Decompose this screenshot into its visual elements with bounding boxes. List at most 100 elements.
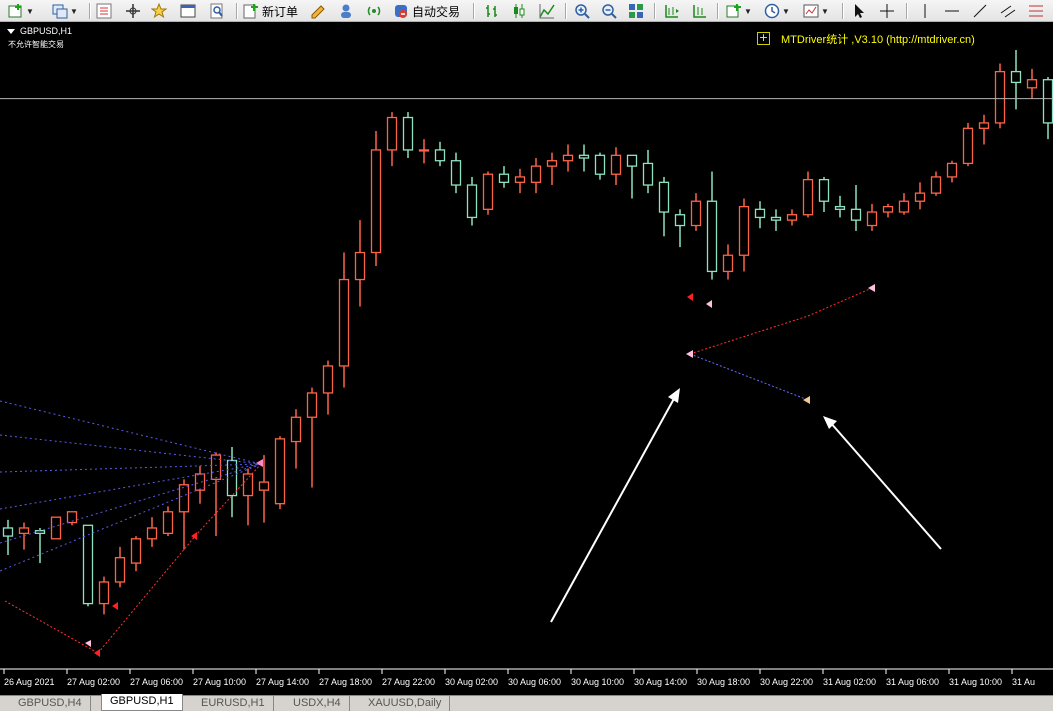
periods-button[interactable]: ▼ [764,1,790,21]
candle-body [658,181,670,213]
buy-marker-icon[interactable] [687,293,693,301]
tab-xauusd-daily[interactable]: XAUUSD,Daily [360,696,451,711]
candle [50,516,62,540]
chevron-down-icon[interactable]: ▼ [26,7,34,16]
line-chart-icon [539,4,555,19]
terminal-button[interactable] [180,1,196,21]
templates-button[interactable]: ▼ [803,1,829,21]
equidistant-channel-tool[interactable] [1000,1,1016,21]
line-chart-button[interactable] [539,1,555,21]
zoom-out-button[interactable] [601,1,617,21]
sell-marker-icon[interactable] [706,300,712,308]
ea-plus-icon[interactable]: + [757,32,770,45]
close-marker-icon[interactable] [803,396,810,404]
cursor-tool[interactable] [851,1,867,21]
candle-body [546,160,558,167]
time-tick-label: 27 Aug 10:00 [193,677,246,687]
metaeditor-button[interactable] [310,1,326,21]
new-order-button[interactable]: 新订单 [243,1,298,21]
indicators-button[interactable]: ▼ [726,1,752,21]
candle-body [210,454,222,481]
time-tick-label: 27 Aug 06:00 [130,677,183,687]
sell-marker-icon[interactable] [256,459,263,467]
strategy-tester-button[interactable] [209,1,225,21]
candle-body [914,192,926,202]
candlestick-button[interactable] [511,1,527,21]
candle [722,244,734,280]
buy-marker-icon[interactable] [191,532,197,540]
data-window-button[interactable] [125,1,141,21]
zoom-in-button[interactable] [574,1,590,21]
tab-gbpusd-h1[interactable]: GBPUSD,H1 [101,694,183,711]
candle [354,220,366,307]
chart-menu-arrow-icon[interactable] [7,29,15,34]
buy-marker-icon[interactable] [94,649,100,657]
candle-body [338,278,350,367]
zoom-in-icon [575,4,590,19]
time-tick-label: 27 Aug 18:00 [319,677,372,687]
signals-button[interactable] [366,1,382,21]
candle [498,166,510,188]
candle [978,114,990,145]
candlestick-icon [514,4,525,18]
bar-chart-button[interactable] [484,1,500,21]
autoscroll-button[interactable] [692,1,708,21]
candles-layer [2,50,1053,615]
candle-body [306,392,318,418]
candle [306,387,318,488]
chevron-down-icon[interactable]: ▼ [782,7,790,16]
candle [738,198,750,272]
price-chart[interactable]: 26 Aug 2021 27 Aug 02:00 27 Aug 06:00 27 Au… [0,23,1053,691]
tab-usdx-h4[interactable]: USDX,H4 [285,696,350,711]
candle [930,171,942,196]
market-watch-button[interactable] [96,1,112,21]
vertical-line-tool[interactable] [917,1,933,21]
chevron-down-icon[interactable]: ▼ [70,7,78,16]
magnifier-doc-icon [210,3,223,19]
candle-body [146,527,158,540]
tab-eurusd-h1[interactable]: EURUSD,H1 [193,696,274,711]
profiles-button[interactable]: ▼ [52,1,78,21]
chevron-down-icon[interactable]: ▼ [821,7,829,16]
candle [530,158,542,194]
candle [322,360,334,415]
horizontal-line-tool[interactable] [944,1,960,21]
new-chart-button[interactable]: ▼ [8,1,34,21]
autoscroll-icon [693,5,706,18]
tile-windows-button[interactable] [628,1,644,21]
chart-shift-button[interactable] [664,1,680,21]
candle-body [882,205,894,213]
template-icon [803,4,819,18]
autotrading-button[interactable]: 自动交易 [393,1,460,21]
community-button[interactable] [338,1,354,21]
time-tick-label: 27 Aug 14:00 [256,677,309,687]
candle [802,171,814,218]
time-tick-label: 30 Aug 06:00 [508,677,561,687]
trendline-tool[interactable] [972,1,988,21]
chart-window[interactable]: 26 Aug 2021 27 Aug 02:00 27 Aug 06:00 27 Au… [0,23,1053,691]
candle-body [690,200,702,227]
candle-body [514,176,526,183]
crosshair-tool[interactable] [879,1,895,21]
candle [914,182,926,210]
candle-body [98,581,110,605]
annotation-arrow [829,421,942,550]
buy-marker-icon[interactable] [112,602,118,610]
candle-body [482,173,494,210]
cursor-icon [855,4,864,18]
candle [402,112,414,159]
chevron-down-icon[interactable]: ▼ [744,7,752,16]
crosshair-move-icon [126,4,140,18]
sell-marker-icon[interactable] [686,350,693,358]
candle-body [722,254,734,273]
navigator-button[interactable] [151,1,167,21]
sell-marker-icon[interactable] [868,284,875,292]
autotrading-icon [395,5,407,18]
star-folder-icon [151,3,167,19]
candle [418,139,430,164]
candle-body [498,173,510,183]
tab-gbpusd-h4[interactable]: GBPUSD,H4 [10,696,91,711]
fibonacci-tool[interactable] [1028,1,1044,21]
toolbar-separator [906,3,908,19]
zoom-out-icon [602,4,617,19]
